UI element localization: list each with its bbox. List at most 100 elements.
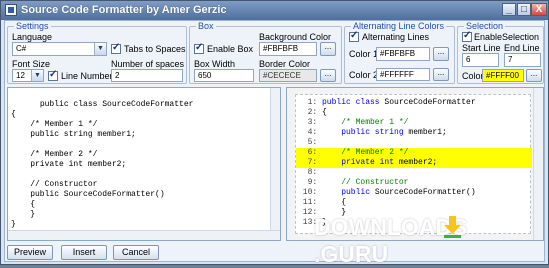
line-number: 7: xyxy=(307,158,322,167)
selection-color-picker-button[interactable]: ... xyxy=(526,69,542,82)
line-number: 2: xyxy=(307,108,322,117)
maximize-button[interactable]: □ xyxy=(517,3,531,16)
line-number: 3: xyxy=(307,118,322,127)
code-token: member1; xyxy=(408,128,447,137)
code-token: // Constructor xyxy=(322,178,409,187)
preview-code-line: 11: { xyxy=(296,198,532,208)
border-color-input[interactable]: #CECECE xyxy=(259,69,317,82)
end-line-input[interactable]: 7 xyxy=(504,53,541,67)
enable-selection-label: EnableSelection xyxy=(474,32,540,42)
alternating-colors-group: Alternating Line Colors Alternating Line… xyxy=(344,21,455,84)
code-token: member2; xyxy=(398,158,438,167)
formatted-code-preview: 1: public class SourceCodeFormatter 2: {3… xyxy=(295,94,532,234)
num-spaces-input[interactable]: 2 xyxy=(111,69,183,82)
minimize-button[interactable]: _ xyxy=(502,3,516,16)
code-token: public string xyxy=(322,128,409,137)
app-window: Source Code Formatter by Amer Gerzic _ □… xyxy=(0,0,549,268)
preview-code-line: 9: // Constructor xyxy=(296,178,532,188)
start-line-label: Start Line xyxy=(462,43,501,53)
language-label: Language xyxy=(12,32,53,42)
horizontal-scrollbar[interactable] xyxy=(8,230,280,240)
preview-code-line: 1: public class SourceCodeFormatter xyxy=(296,98,532,108)
line-numbers-checkbox[interactable] xyxy=(48,69,58,81)
download-arrow-icon xyxy=(444,216,461,238)
title-bar[interactable]: Source Code Formatter by Amer Gerzic _ □… xyxy=(1,1,548,20)
code-token: /* Member 2 */ xyxy=(322,148,409,157)
code-token: public xyxy=(322,188,375,197)
border-color-picker-button[interactable]: ... xyxy=(320,69,336,82)
code-token: { xyxy=(322,108,327,117)
num-spaces-label: Number of spaces xyxy=(111,59,185,69)
background-color-picker-button[interactable]: ... xyxy=(320,42,336,56)
background-color-label: Background Color xyxy=(259,32,332,42)
preview-code-line: 4: public string member1; xyxy=(296,128,532,138)
preview-code-line: 7: private int member2; xyxy=(296,158,532,168)
selection-color-label: Color xyxy=(462,71,484,81)
preview-code-line: 3: /* Member 1 */ xyxy=(296,118,532,128)
line-number: 4: xyxy=(307,128,322,137)
selection-color-input[interactable]: #FFFF00 xyxy=(482,69,524,82)
font-size-label: Font Size xyxy=(12,59,51,69)
code-token: { xyxy=(322,198,347,207)
code-token: public class xyxy=(322,98,385,107)
end-line-label: End Line xyxy=(504,43,540,53)
color2-label: Color 2 xyxy=(349,70,379,80)
source-code-editor[interactable]: public class SourceCodeFormatter { /* Me… xyxy=(7,87,281,241)
color1-picker-button[interactable]: ... xyxy=(433,47,449,61)
background-color-input[interactable]: #FBFBFB xyxy=(259,42,317,56)
chevron-down-icon: ▼ xyxy=(31,70,43,81)
color1-input[interactable]: #FBFBFB xyxy=(376,47,430,61)
preview-code-line: 8: xyxy=(296,168,532,178)
line-number: 5: xyxy=(307,138,322,147)
preview-code-line: 6: /* Member 2 */ xyxy=(296,148,532,158)
start-line-input[interactable]: 6 xyxy=(462,53,499,67)
watermark-text: DOWNLOADS.GURU xyxy=(314,214,548,268)
enable-box-checkbox[interactable] xyxy=(194,42,204,54)
code-token: SourceCodeFormatter xyxy=(384,98,476,107)
color1-label: Color 1 xyxy=(349,49,379,59)
line-numbers-label: Line Numbers xyxy=(61,71,118,81)
source-code-text: public class SourceCodeFormatter { /* Me… xyxy=(11,100,194,229)
alternating-colors-group-title: Alternating Line Colors xyxy=(351,21,447,31)
border-color-label: Border Color xyxy=(259,59,311,69)
insert-button[interactable]: Insert xyxy=(61,245,107,260)
box-group-title: Box xyxy=(196,21,216,31)
preview-button[interactable]: Preview xyxy=(7,245,53,260)
box-group: Box Enable Box Background Color #FBFBFB … xyxy=(189,21,342,84)
tabs-to-spaces-label: Tabs to Spaces xyxy=(124,44,186,54)
line-number: 8: xyxy=(307,168,322,177)
line-number: 10: xyxy=(302,188,322,197)
code-token: SourceCodeFormatter() xyxy=(374,188,476,197)
watermark-right: .GURU xyxy=(314,241,389,267)
code-token: /* Member 1 */ xyxy=(322,118,409,127)
settings-group: Settings Language C# ▼ Tabs to Spaces Fo… xyxy=(7,21,187,84)
color2-picker-button[interactable]: ... xyxy=(433,68,449,81)
cancel-button[interactable]: Cancel xyxy=(113,245,159,260)
language-select[interactable]: C# ▼ xyxy=(12,42,107,56)
enable-box-label: Enable Box xyxy=(207,44,254,54)
alternating-lines-label: Alternating Lines xyxy=(362,32,430,42)
font-size-select-value: 12 xyxy=(16,71,25,80)
alternating-lines-checkbox[interactable] xyxy=(349,30,359,42)
line-number: 1: xyxy=(307,98,322,107)
font-size-select[interactable]: 12 ▼ xyxy=(12,69,44,82)
settings-group-title: Settings xyxy=(14,21,51,31)
app-icon xyxy=(5,4,17,16)
line-number: 9: xyxy=(307,178,322,187)
preview-code-line: 2: { xyxy=(296,108,532,118)
line-number: 11: xyxy=(302,198,322,207)
preview-code-line: 5: xyxy=(296,138,532,148)
tabs-to-spaces-checkbox[interactable] xyxy=(111,42,121,54)
color2-input[interactable]: #FFFFFF xyxy=(376,68,430,81)
enable-selection-checkbox[interactable] xyxy=(462,30,472,42)
box-width-input[interactable]: 650 xyxy=(194,69,254,82)
window-title: Source Code Formatter by Amer Gerzic xyxy=(21,4,227,16)
selection-group: Selection EnableSelection Start Line 6 E… xyxy=(457,21,544,84)
box-width-label: Box Width xyxy=(194,59,236,69)
line-number: 6: xyxy=(307,148,322,157)
language-select-value: C# xyxy=(16,44,27,53)
preview-code-line: 10: public SourceCodeFormatter() xyxy=(296,188,532,198)
vertical-scrollbar[interactable] xyxy=(270,88,280,240)
chevron-down-icon: ▼ xyxy=(94,43,106,55)
close-button[interactable]: X xyxy=(531,3,547,16)
